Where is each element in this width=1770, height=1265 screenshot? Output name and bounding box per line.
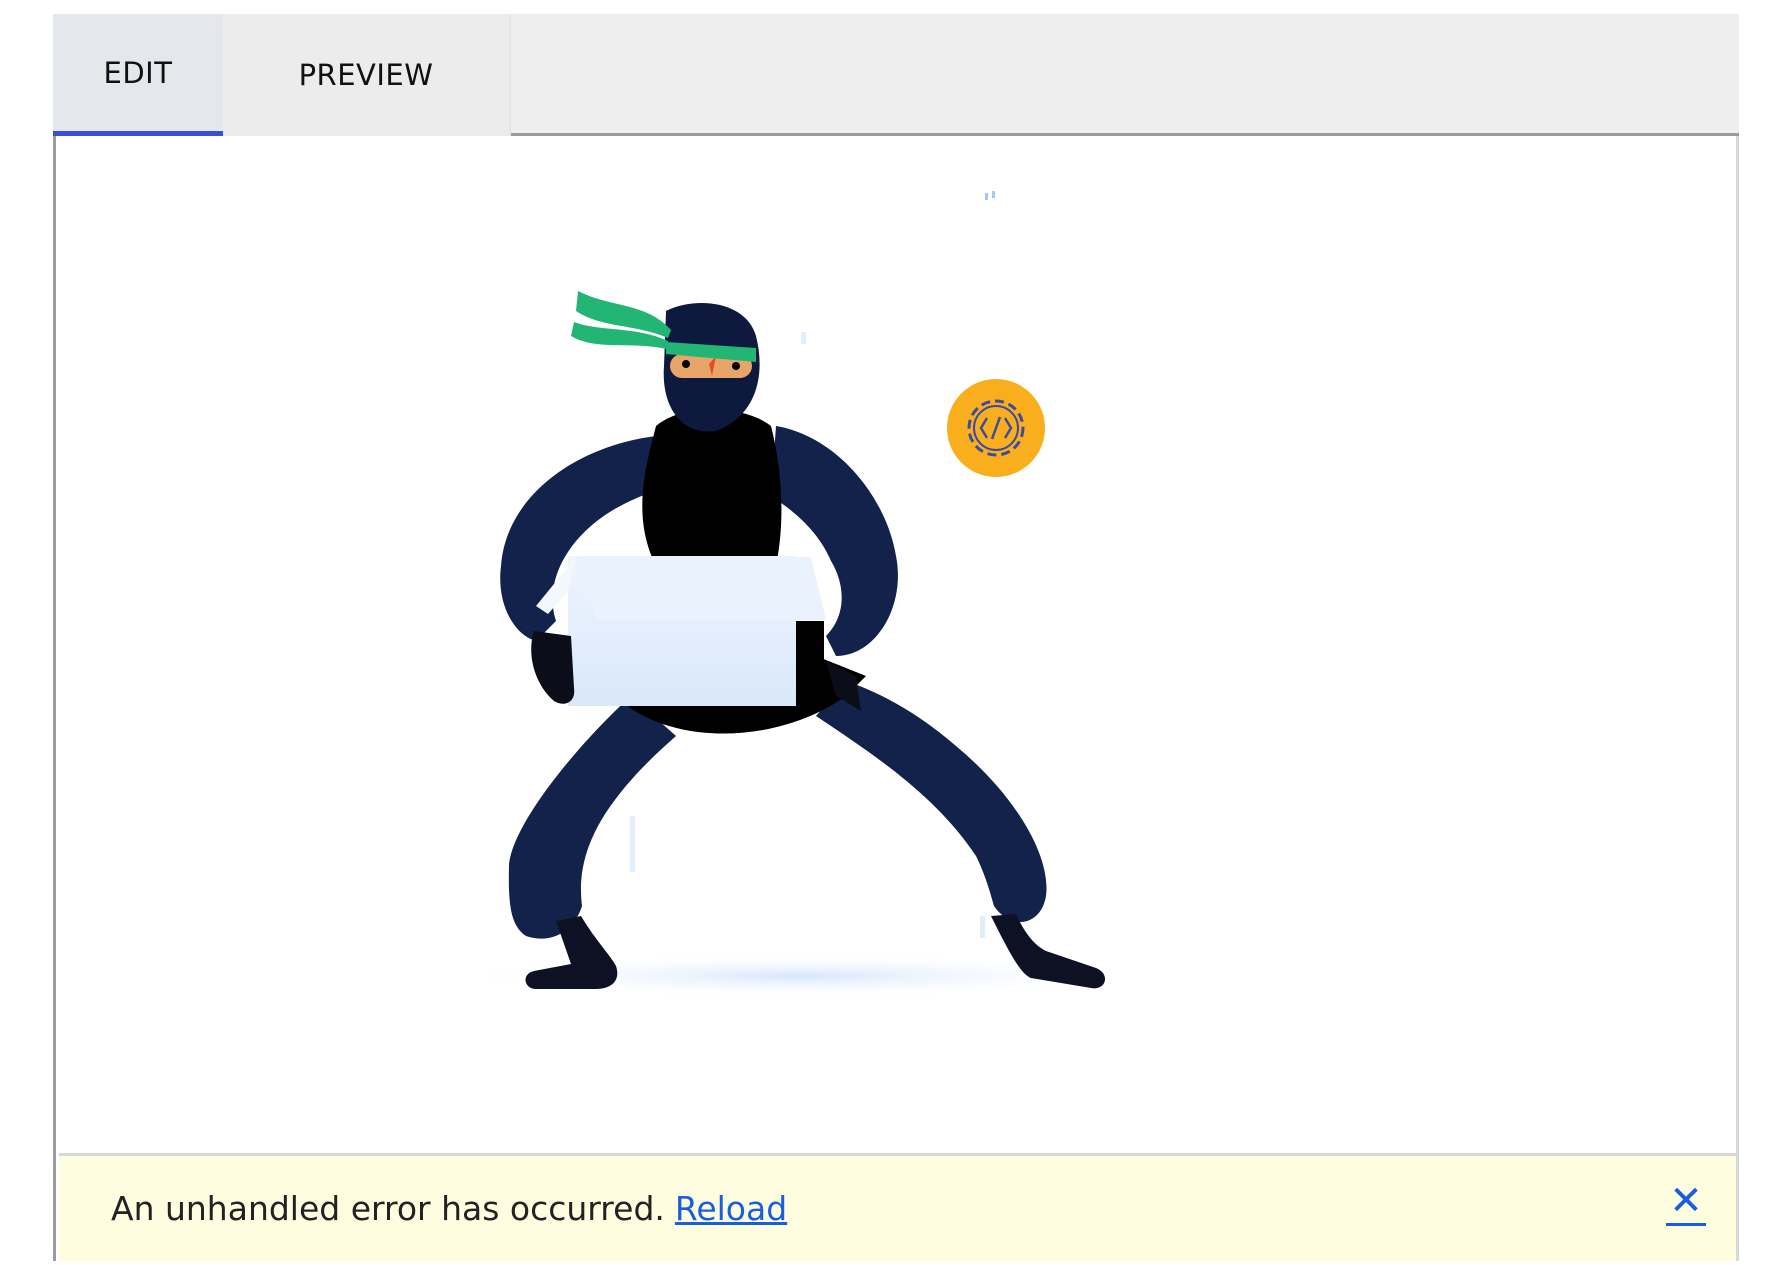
ninja-illustration: [450, 191, 1150, 998]
tab-preview-label: PREVIEW: [298, 58, 434, 92]
editor-frame: EDIT PREVIEW An unhandled error has occu…: [53, 14, 1739, 1261]
tab-preview[interactable]: PREVIEW: [223, 14, 511, 136]
ninja-head: [571, 291, 760, 432]
tab-edit-label: EDIT: [103, 55, 173, 90]
error-message: An unhandled error has occurred.: [111, 1189, 665, 1228]
close-icon: ✕: [1669, 1177, 1703, 1224]
reload-link[interactable]: Reload: [675, 1189, 787, 1228]
cardboard-box: [536, 556, 826, 706]
content-panel: An unhandled error has occurred. Reload …: [53, 136, 1739, 1261]
ninja-torso: [642, 409, 782, 566]
error-banner: An unhandled error has occurred. Reload …: [59, 1153, 1736, 1261]
dismiss-error-button[interactable]: ✕: [1666, 1178, 1706, 1228]
tab-edit[interactable]: EDIT: [53, 14, 223, 139]
tab-bar: EDIT PREVIEW: [53, 14, 1739, 139]
close-icon-underline: [1666, 1222, 1706, 1226]
code-gear-icon: [947, 379, 1045, 477]
